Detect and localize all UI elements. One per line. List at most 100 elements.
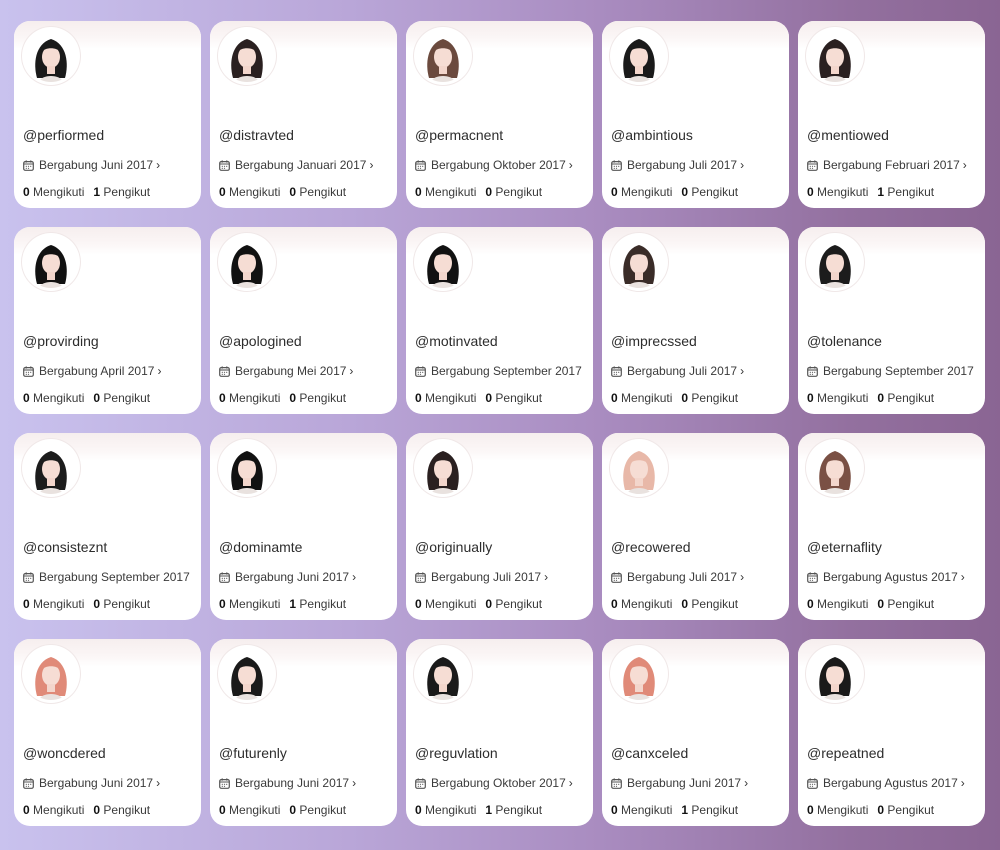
following-link[interactable]: 0 Mengikuti — [807, 185, 868, 199]
username-handle[interactable]: @distravted — [219, 127, 294, 143]
followers-link[interactable]: 0 Pengikut — [485, 391, 542, 405]
followers-link[interactable]: 0 Pengikut — [485, 597, 542, 611]
username-handle[interactable]: @woncdered — [23, 745, 106, 761]
profile-card[interactable]: @apologined Bergabung Mei 2017 › 0 Mengikut… — [210, 227, 397, 414]
username-handle[interactable]: @eternaflity — [807, 539, 882, 555]
followers-link[interactable]: 1 Pengikut — [681, 803, 738, 817]
profile-card[interactable]: @consisteznt Bergabung September 2017 0 Me… — [14, 433, 201, 620]
username-handle[interactable]: @provirding — [23, 333, 99, 349]
following-link[interactable]: 0 Mengikuti — [807, 803, 868, 817]
username-handle[interactable]: @motinvated — [415, 333, 498, 349]
profile-card[interactable]: @provirding Bergabung April 2017 › 0 Mengik… — [14, 227, 201, 414]
following-link[interactable]: 0 Mengikuti — [807, 391, 868, 405]
followers-link[interactable]: 0 Pengikut — [681, 597, 738, 611]
join-date-link[interactable]: Bergabung Oktober 2017 › — [415, 158, 573, 172]
profile-card[interactable]: @originually Bergabung Juli 2017 › 0 Mengik… — [406, 433, 593, 620]
following-link[interactable]: 0 Mengikuti — [23, 803, 84, 817]
profile-card[interactable]: @ambintious Bergabung Juli 2017 › 0 Mengiku… — [602, 21, 789, 208]
avatar[interactable] — [806, 645, 864, 703]
join-date-link[interactable]: Bergabung September 2017 — [415, 364, 582, 378]
followers-link[interactable]: 0 Pengikut — [681, 185, 738, 199]
join-date-link[interactable]: Bergabung Juli 2017 › — [611, 570, 744, 584]
profile-card[interactable]: @mentiowed Bergabung Februari 2017 › 0 Meng… — [798, 21, 985, 208]
username-handle[interactable]: @apologined — [219, 333, 302, 349]
avatar[interactable] — [218, 27, 276, 85]
followers-link[interactable]: 0 Pengikut — [485, 185, 542, 199]
following-link[interactable]: 0 Mengikuti — [219, 391, 280, 405]
profile-card[interactable]: @dominamte Bergabung Juni 2017 › 0 Mengikut… — [210, 433, 397, 620]
join-date-link[interactable]: Bergabung Januari 2017 › — [219, 158, 373, 172]
following-link[interactable]: 0 Mengikuti — [415, 597, 476, 611]
join-date-link[interactable]: Bergabung Juli 2017 › — [611, 158, 744, 172]
profile-card[interactable]: @reguvlation Bergabung Oktober 2017 › 0 Men… — [406, 639, 593, 826]
avatar[interactable] — [610, 27, 668, 85]
join-date-link[interactable]: Bergabung Juni 2017 › — [219, 570, 356, 584]
username-handle[interactable]: @canxceled — [611, 745, 688, 761]
following-link[interactable]: 0 Mengikuti — [807, 597, 868, 611]
join-date-link[interactable]: Bergabung Juni 2017 › — [611, 776, 748, 790]
avatar[interactable] — [414, 233, 472, 291]
username-handle[interactable]: @permacnent — [415, 127, 503, 143]
join-date-link[interactable]: Bergabung September 2017 — [23, 570, 190, 584]
followers-link[interactable]: 0 Pengikut — [289, 803, 346, 817]
username-handle[interactable]: @imprecssed — [611, 333, 697, 349]
followers-link[interactable]: 0 Pengikut — [93, 803, 150, 817]
join-date-link[interactable]: Bergabung Oktober 2017 › — [415, 776, 573, 790]
profile-card[interactable]: @tolenance Bergabung September 2017 0 Meng… — [798, 227, 985, 414]
username-handle[interactable]: @consisteznt — [23, 539, 107, 555]
join-date-link[interactable]: Bergabung Agustus 2017 › — [807, 570, 965, 584]
profile-card[interactable]: @recowered Bergabung Juli 2017 › 0 Mengikut… — [602, 433, 789, 620]
username-handle[interactable]: @tolenance — [807, 333, 882, 349]
following-link[interactable]: 0 Mengikuti — [415, 185, 476, 199]
avatar[interactable] — [22, 645, 80, 703]
username-handle[interactable]: @perfiormed — [23, 127, 104, 143]
following-link[interactable]: 0 Mengikuti — [219, 185, 280, 199]
join-date-link[interactable]: Bergabung Juli 2017 › — [415, 570, 548, 584]
join-date-link[interactable]: Bergabung Juni 2017 › — [23, 776, 160, 790]
profile-card[interactable]: @distravted Bergabung Januari 2017 › 0 Meng… — [210, 21, 397, 208]
followers-link[interactable]: 0 Pengikut — [289, 185, 346, 199]
following-link[interactable]: 0 Mengikuti — [415, 391, 476, 405]
username-handle[interactable]: @futurenly — [219, 745, 287, 761]
followers-link[interactable]: 0 Pengikut — [877, 597, 934, 611]
followers-link[interactable]: 0 Pengikut — [681, 391, 738, 405]
username-handle[interactable]: @dominamte — [219, 539, 302, 555]
avatar[interactable] — [22, 233, 80, 291]
avatar[interactable] — [218, 233, 276, 291]
following-link[interactable]: 0 Mengikuti — [611, 185, 672, 199]
avatar[interactable] — [218, 439, 276, 497]
join-date-link[interactable]: Bergabung Juli 2017 › — [611, 364, 744, 378]
profile-card[interactable]: @canxceled Bergabung Juni 2017 › 0 Mengikut… — [602, 639, 789, 826]
followers-link[interactable]: 0 Pengikut — [877, 803, 934, 817]
avatar[interactable] — [414, 27, 472, 85]
following-link[interactable]: 0 Mengikuti — [23, 185, 84, 199]
followers-link[interactable]: 1 Pengikut — [877, 185, 934, 199]
following-link[interactable]: 0 Mengikuti — [611, 803, 672, 817]
join-date-link[interactable]: Bergabung Mei 2017 › — [219, 364, 353, 378]
username-handle[interactable]: @ambintious — [611, 127, 693, 143]
following-link[interactable]: 0 Mengikuti — [23, 597, 84, 611]
join-date-link[interactable]: Bergabung Agustus 2017 › — [807, 776, 965, 790]
followers-link[interactable]: 0 Pengikut — [877, 391, 934, 405]
profile-card[interactable]: @repeatned Bergabung Agustus 2017 › 0 Mengi… — [798, 639, 985, 826]
profile-card[interactable]: @woncdered Bergabung Juni 2017 › 0 Mengikut… — [14, 639, 201, 826]
join-date-link[interactable]: Bergabung September 2017 — [807, 364, 974, 378]
profile-card[interactable]: @permacnent Bergabung Oktober 2017 › 0 Meng… — [406, 21, 593, 208]
avatar[interactable] — [610, 233, 668, 291]
profile-card[interactable]: @imprecssed Bergabung Juli 2017 › 0 Mengiku… — [602, 227, 789, 414]
join-date-link[interactable]: Bergabung Juni 2017 › — [23, 158, 160, 172]
following-link[interactable]: 0 Mengikuti — [23, 391, 84, 405]
following-link[interactable]: 0 Mengikuti — [611, 597, 672, 611]
username-handle[interactable]: @reguvlation — [415, 745, 498, 761]
followers-link[interactable]: 1 Pengikut — [485, 803, 542, 817]
following-link[interactable]: 0 Mengikuti — [415, 803, 476, 817]
profile-card[interactable]: @perfiormed Bergabung Juni 2017 › 0 Mengiku… — [14, 21, 201, 208]
profile-card[interactable]: @eternaflity Bergabung Agustus 2017 › 0 Men… — [798, 433, 985, 620]
username-handle[interactable]: @repeatned — [807, 745, 884, 761]
avatar[interactable] — [22, 27, 80, 85]
avatar[interactable] — [806, 27, 864, 85]
avatar[interactable] — [22, 439, 80, 497]
username-handle[interactable]: @mentiowed — [807, 127, 889, 143]
avatar[interactable] — [806, 233, 864, 291]
avatar[interactable] — [218, 645, 276, 703]
